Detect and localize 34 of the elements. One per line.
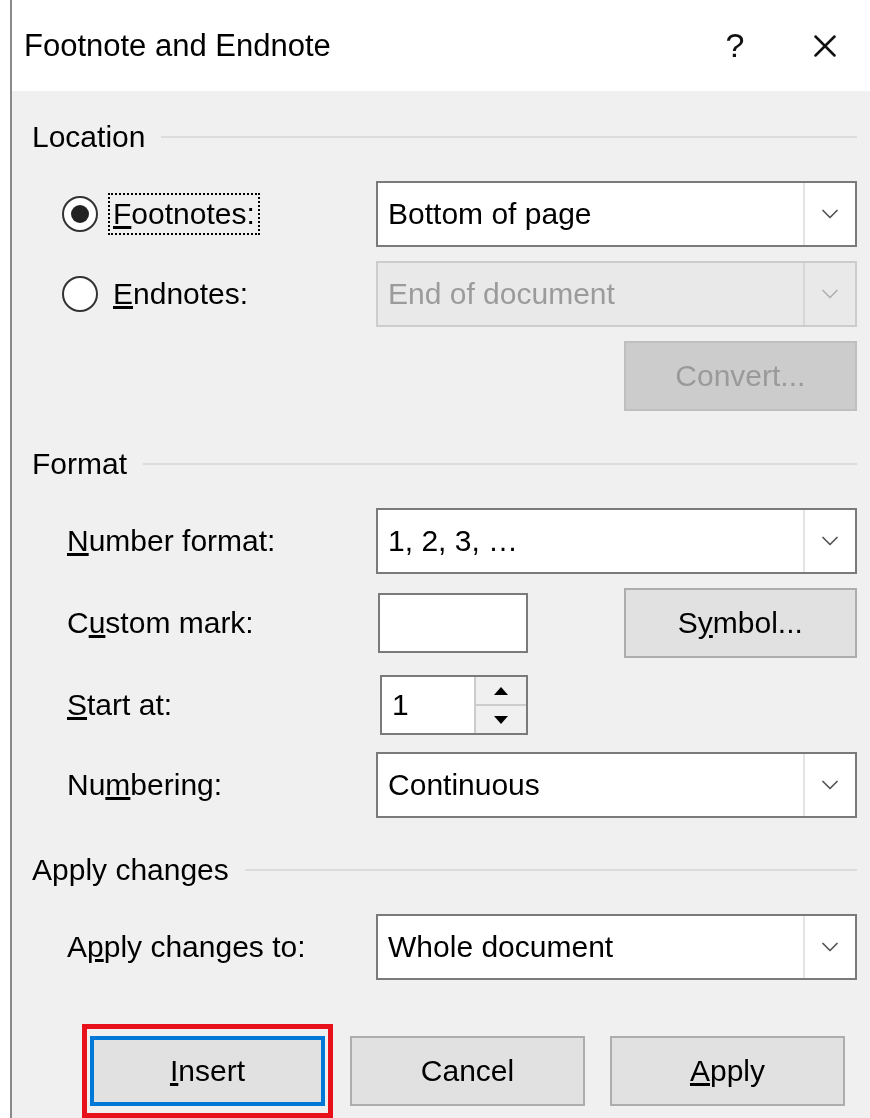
dialog-button[interactable]: Symbol... [623,588,857,658]
field-label: Numbering: [66,767,224,803]
dropdown-value: Bottom of page [387,197,593,231]
field-label: Apply changes to: [66,929,307,965]
radio-button[interactable] [62,276,98,312]
dropdown-value: 1, 2, 3, … [387,524,520,558]
up-triangle-icon [494,686,508,695]
section-title: Format [32,447,127,481]
spin-up-button[interactable] [476,677,526,706]
radio-label[interactable]: Footnotes: [108,193,260,235]
window-title: Footnote and Endnote [24,27,332,64]
down-triangle-icon [494,715,508,724]
spin-down-button[interactable] [476,706,526,733]
radio-label[interactable]: Endnotes: [108,273,254,315]
radio-button[interactable] [62,196,98,232]
dropdown[interactable]: Bottom of page [376,181,857,247]
help-button[interactable]: ? [690,15,780,76]
input-field[interactable] [377,593,529,653]
dropdown[interactable]: Whole document [376,914,857,980]
section-title: Location [32,120,146,154]
spinner-value: 1 [391,687,410,723]
field-label: Custom mark: [66,605,255,641]
dropdown-value: End of document [387,277,616,311]
dropdown-value: Whole document [387,930,615,964]
dropdown[interactable]: Continuous [376,752,857,818]
spinner-field[interactable]: 1 [380,675,528,735]
dropdown-value: Continuous [387,768,541,802]
field-label: Number format: [66,523,277,559]
dialog-button[interactable]: Cancel [350,1036,585,1106]
dialog-button[interactable]: Apply [610,1036,845,1106]
section-title: Apply changes [32,853,229,887]
dropdown[interactable]: 1, 2, 3, … [376,508,857,574]
field-label: Start at: [66,687,174,723]
dialog-button[interactable]: Insert [90,1036,325,1106]
